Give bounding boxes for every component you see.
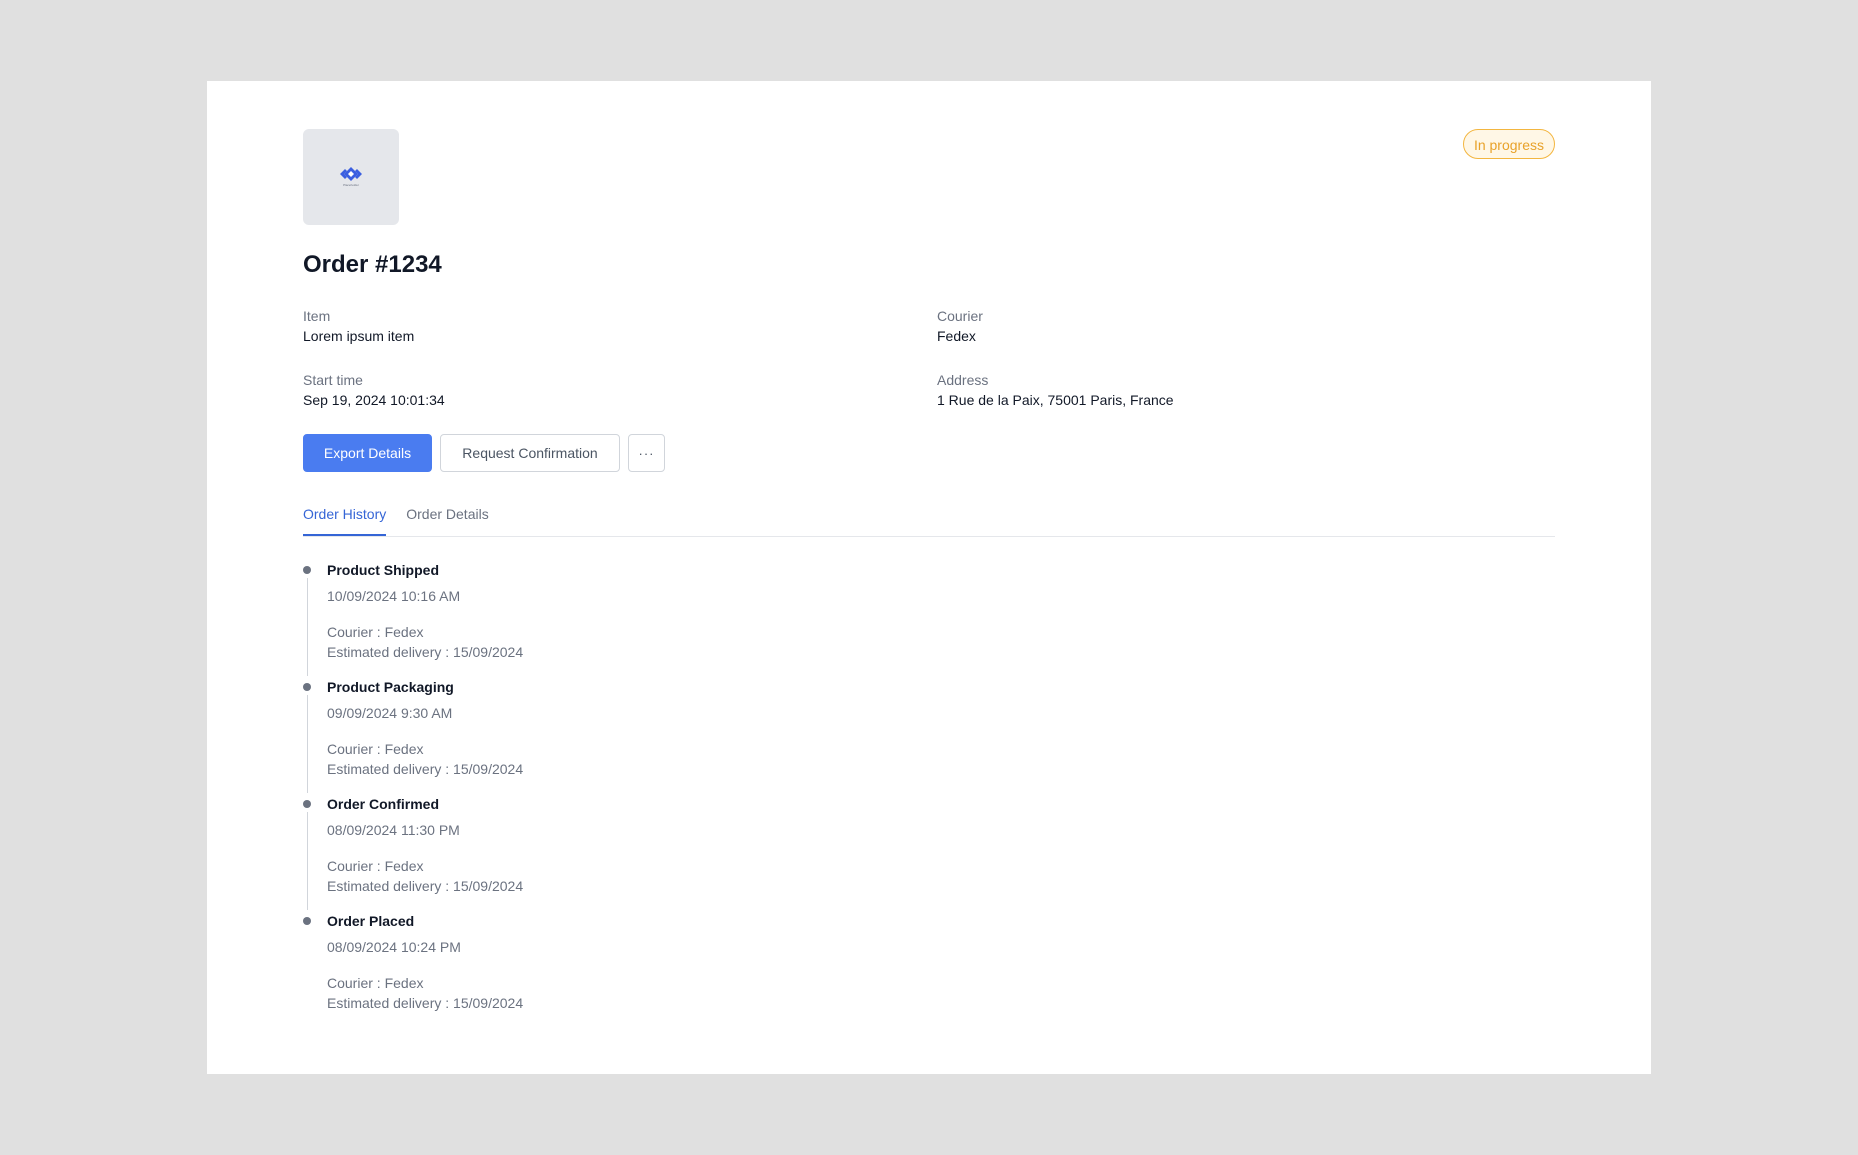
timeline-dot-icon: [303, 683, 311, 691]
event-delivery: Estimated delivery : 15/09/2024: [327, 644, 524, 660]
event-title: Order Confirmed: [327, 796, 440, 812]
timeline-event: Order Confirmed 08/09/2024 11:30 PM Cour…: [303, 795, 803, 912]
status-badge: In progress: [1462, 129, 1555, 159]
courier-field: Courier Fedex: [937, 307, 983, 345]
page-title: Order #1234: [303, 251, 442, 278]
item-label: Item: [303, 308, 331, 324]
tab-order-details[interactable]: Order Details: [406, 496, 488, 536]
order-logo: Placeholder: [303, 129, 399, 225]
export-details-button[interactable]: Export Details: [303, 434, 432, 472]
courier-label: Courier: [937, 308, 983, 324]
event-title: Product Packaging: [327, 679, 454, 695]
event-time: 08/09/2024 10:24 PM: [327, 939, 461, 955]
address-label: Address: [937, 372, 989, 388]
timeline-dot-icon: [303, 800, 311, 808]
item-field: Item Lorem ipsum item: [303, 307, 414, 345]
tab-bar: Order History Order Details: [303, 496, 1555, 537]
address-value: 1 Rue de la Paix, 75001 Paris, France: [937, 392, 1174, 408]
timeline-event: Product Packaging 09/09/2024 9:30 AM Cou…: [303, 678, 803, 795]
event-time: 09/09/2024 9:30 AM: [327, 705, 453, 721]
logo-wordmark: Placeholder: [343, 183, 359, 187]
event-title: Order Placed: [327, 913, 415, 929]
event-delivery: Estimated delivery : 15/09/2024: [327, 878, 524, 894]
event-delivery: Estimated delivery : 15/09/2024: [327, 995, 524, 1011]
item-value: Lorem ipsum item: [303, 328, 415, 344]
more-options-button[interactable]: ···: [628, 434, 665, 472]
timeline-dot-icon: [303, 917, 311, 925]
event-time: 10/09/2024 10:16 AM: [327, 588, 461, 604]
event-time: 08/09/2024 11:30 PM: [327, 822, 460, 838]
timeline-connector: [306, 578, 308, 676]
start-time-field: Start time Sep 19, 2024 10:01:34: [303, 371, 445, 409]
start-time-label: Start time: [303, 372, 363, 388]
event-title: Product Shipped: [327, 562, 439, 578]
action-bar: Export Details Request Confirmation ···: [303, 434, 665, 472]
event-courier: Courier : Fedex: [327, 975, 424, 991]
request-confirmation-button[interactable]: Request Confirmation: [440, 434, 620, 472]
start-time-value: Sep 19, 2024 10:01:34: [303, 392, 445, 408]
address-field: Address 1 Rue de la Paix, 75001 Paris, F…: [937, 371, 1174, 409]
timeline-event: Product Shipped 10/09/2024 10:16 AM Cour…: [303, 561, 803, 678]
event-courier: Courier : Fedex: [327, 741, 424, 757]
event-delivery: Estimated delivery : 15/09/2024: [327, 761, 524, 777]
courier-value: Fedex: [937, 328, 976, 344]
order-timeline: Product Shipped 10/09/2024 10:16 AM Cour…: [303, 561, 803, 1029]
timeline-connector: [306, 695, 308, 793]
timeline-connector: [306, 812, 308, 910]
event-courier: Courier : Fedex: [327, 624, 424, 640]
logo-icon: [340, 167, 362, 181]
event-courier: Courier : Fedex: [327, 858, 424, 874]
tab-order-history[interactable]: Order History: [303, 496, 387, 536]
timeline-dot-icon: [303, 566, 311, 574]
timeline-event: Order Placed 08/09/2024 10:24 PM Courier…: [303, 912, 803, 1029]
order-card: Placeholder In progress Order #1234 Item…: [207, 81, 1651, 1074]
